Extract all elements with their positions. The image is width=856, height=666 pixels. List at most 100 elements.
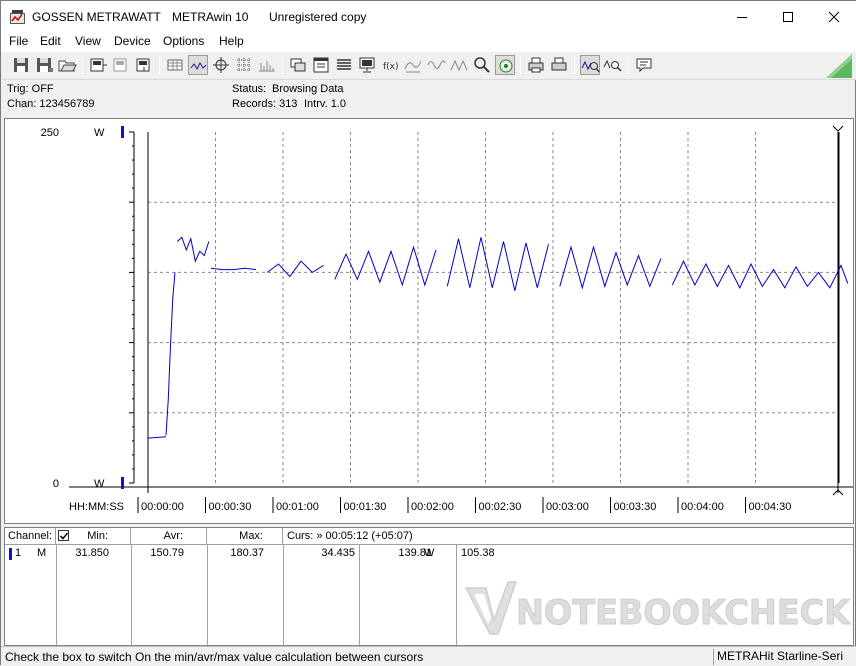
app-icon xyxy=(10,10,25,24)
bar-chart-icon xyxy=(259,61,275,72)
device-download-button[interactable] xyxy=(134,55,154,75)
math-peak-button[interactable] xyxy=(449,55,469,75)
window-app-name: METRAwin 10 xyxy=(172,10,249,24)
list-icon xyxy=(337,59,351,70)
trigger-button[interactable] xyxy=(495,55,515,75)
records-count: Records: 313 xyxy=(232,98,298,110)
trend-icon xyxy=(427,60,446,69)
device-read-button[interactable] xyxy=(88,55,108,75)
header-avr: Avr: xyxy=(163,530,183,542)
menu-view[interactable]: View xyxy=(75,34,101,48)
crosshair-button[interactable] xyxy=(211,55,231,75)
status-bar: Check the box to switch On the min/avr/m… xyxy=(1,646,856,666)
status-label: Status: xyxy=(232,83,267,95)
row-channel-mode: M xyxy=(37,547,47,559)
x-axis-label: HH:MM:SS xyxy=(69,501,124,513)
zoom-search-button[interactable] xyxy=(472,55,492,75)
print-button[interactable] xyxy=(526,55,546,75)
table-view-button[interactable] xyxy=(165,55,185,75)
trend-icon xyxy=(404,60,422,73)
save-data-button[interactable] xyxy=(11,55,31,75)
printer-icon xyxy=(528,57,544,73)
grid-icon xyxy=(237,58,251,72)
minmax-checkbox[interactable] xyxy=(58,530,69,541)
maximize-button[interactable] xyxy=(765,1,811,32)
row-min: 31.850 xyxy=(75,547,109,559)
crosshair-icon xyxy=(213,57,229,73)
row-unit: W xyxy=(424,547,435,559)
monitor-button[interactable] xyxy=(357,55,377,75)
window-cascade-button[interactable] xyxy=(311,55,331,75)
header-max: Max: xyxy=(239,530,263,542)
math-wave-button[interactable] xyxy=(426,55,446,75)
header-cursor: Curs: » 00:05:12 (+05:07) xyxy=(287,530,413,542)
save-as-button[interactable] xyxy=(34,55,54,75)
menu-device[interactable]: Device xyxy=(114,34,151,48)
chart-area[interactable]: 250 W 0 W HH:MM:SS 00:00:00 00:00:30 00:01:00 00… xyxy=(4,118,854,524)
minimize-button[interactable] xyxy=(719,1,765,32)
trigger-status: Trig: OFF xyxy=(7,83,54,95)
row-max: 180.37 xyxy=(230,547,264,559)
x-tick-label: 00:04:30 xyxy=(749,501,792,513)
data-series-segment xyxy=(334,245,437,287)
floppy-icon xyxy=(37,58,53,72)
device-icon xyxy=(136,58,150,72)
target-icon xyxy=(499,59,513,73)
notebookcheck-watermark: NOTEBOOKCHECK xyxy=(464,581,852,635)
row-channel-number[interactable]: 1 xyxy=(15,547,21,559)
bar-chart-button[interactable] xyxy=(257,55,277,75)
menu-file[interactable]: File xyxy=(9,34,28,48)
x-tick-label: 00:04:00 xyxy=(681,501,724,513)
device-icon xyxy=(113,58,127,72)
close-button[interactable] xyxy=(811,1,856,32)
device-icon xyxy=(90,58,107,72)
cursor-marker-top xyxy=(832,125,844,132)
channel-color-marker xyxy=(9,548,12,560)
menu-options[interactable]: Options xyxy=(163,34,204,48)
data-series-segment xyxy=(165,272,176,436)
row-avr: 150.79 xyxy=(150,547,184,559)
open-file-button[interactable] xyxy=(57,55,77,75)
x-tick-label: 00:02:00 xyxy=(411,501,454,513)
function-icon: f(x) xyxy=(383,62,399,72)
print-preview-button[interactable] xyxy=(549,55,569,75)
menu-help[interactable]: Help xyxy=(219,34,244,48)
comment-button[interactable] xyxy=(634,55,654,75)
zoom-out-button[interactable] xyxy=(603,55,623,75)
app-window: GOSSEN METRAWATT METRAwin 10 Unregistere… xyxy=(0,0,856,666)
data-series-segment xyxy=(446,237,549,291)
menu-edit[interactable]: Edit xyxy=(40,34,61,48)
watermark-text: NOTEBOOKCHECK xyxy=(516,593,852,633)
y-unit-label: W xyxy=(94,478,105,490)
x-tick-label: 00:00:30 xyxy=(209,501,252,513)
zoom-curve-button[interactable] xyxy=(580,55,600,75)
function-button[interactable]: f(x) xyxy=(380,55,400,75)
device-config-button[interactable] xyxy=(111,55,131,75)
windows-icon xyxy=(290,58,306,72)
statistics-table: Channel: Min: Avr: Max: Curs: » 00:05:12… xyxy=(4,527,854,646)
math-trend-button[interactable] xyxy=(403,55,423,75)
svg-text:f(x): f(x) xyxy=(383,62,399,72)
row-cursor-value: 34.435 xyxy=(321,547,355,559)
header-avr-cell: Avr: xyxy=(131,528,207,545)
data-series-segment xyxy=(176,236,210,263)
x-tick-label: 00:01:00 xyxy=(276,501,319,513)
table-header: Channel: Min: Avr: Max: Curs: » 00:05:12… xyxy=(5,528,853,545)
curve-view-button[interactable] xyxy=(188,55,208,75)
data-series-segment xyxy=(266,260,324,278)
channel-scale-marker xyxy=(121,477,124,489)
grid-button[interactable] xyxy=(234,55,254,75)
window-tile-button[interactable] xyxy=(288,55,308,75)
chart-svg[interactable]: 250 W 0 W HH:MM:SS 00:00:00 00:00:30 00:01:00 00… xyxy=(5,119,853,523)
list-view-button[interactable] xyxy=(334,55,354,75)
y-tick-label: 0 xyxy=(53,478,59,490)
connection-status-icon xyxy=(826,54,852,78)
data-series-segment xyxy=(210,267,257,271)
menu-bar: File Edit View Device Options Help xyxy=(1,32,856,52)
x-tick-label: 00:03:00 xyxy=(546,501,589,513)
windows-icon xyxy=(313,57,329,73)
window-license: Unregistered copy xyxy=(269,10,367,24)
data-series-segment xyxy=(671,260,849,289)
header-min-cell[interactable]: Min: xyxy=(56,528,131,545)
minimize-icon xyxy=(737,16,747,18)
